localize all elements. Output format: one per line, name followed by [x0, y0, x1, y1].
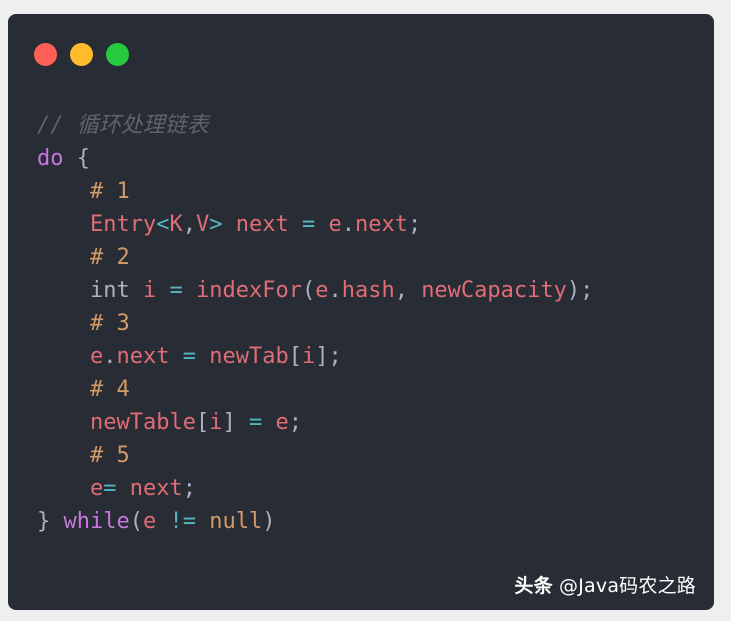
minimize-button[interactable] — [70, 43, 93, 66]
code-line: e= next; — [37, 472, 593, 505]
code-token: i — [209, 410, 223, 435]
code-token: next — [354, 212, 408, 237]
code-token: i — [129, 278, 157, 303]
code-token: while — [63, 509, 130, 534]
code-token: ); — [566, 278, 594, 303]
code-token: # 2 — [37, 245, 130, 270]
code-line: // 循环处理链表 — [37, 109, 593, 142]
code-token: [ — [195, 410, 210, 435]
code-token: . — [341, 212, 355, 237]
code-token: int — [89, 278, 130, 303]
code-line: newTable[i] = e; — [37, 406, 593, 439]
code-token: , — [182, 212, 196, 237]
code-line: Entry<K,V> next = e.next; — [37, 208, 593, 241]
code-token: { — [63, 146, 90, 171]
code-line: # 2 — [37, 241, 593, 274]
code-token: # 3 — [37, 311, 130, 336]
code-token: e — [142, 509, 157, 534]
code-token: ( — [129, 509, 143, 534]
code-line: # 3 — [37, 307, 593, 340]
code-token: = — [288, 212, 329, 237]
code-token: = — [169, 344, 210, 369]
code-token: newCapacity — [421, 278, 567, 303]
code-token: indexFor — [195, 278, 302, 303]
code-token: next — [129, 476, 183, 501]
code-line: do { — [37, 142, 593, 175]
code-token: } — [37, 509, 64, 534]
code-token: # 4 — [37, 377, 130, 402]
code-token: > — [209, 212, 223, 237]
code-token: ] — [222, 410, 236, 435]
code-token: do — [37, 146, 64, 171]
code-line: # 1 — [37, 175, 593, 208]
code-token: K — [169, 212, 183, 237]
code-token: e — [275, 410, 289, 435]
code-token: . — [103, 344, 117, 369]
code-token: e — [89, 476, 104, 501]
code-token: < — [156, 212, 170, 237]
code-token: , — [394, 278, 422, 303]
code-token: = — [156, 278, 196, 303]
code-line: } while(e != null) — [37, 505, 593, 538]
code-token: # 5 — [37, 443, 130, 468]
code-token: newTable — [89, 410, 196, 435]
code-token: hash — [341, 278, 395, 303]
code-token: e — [315, 278, 329, 303]
code-token: e — [328, 212, 342, 237]
code-token: = — [235, 410, 276, 435]
code-window: // 循环处理链表 do { # 1 Entry<K,V> next = e.ne… — [8, 14, 714, 610]
code-token: i — [301, 344, 316, 369]
code-token: ) — [262, 509, 276, 534]
code-line: int i = indexFor(e.hash, newCapacity); — [37, 274, 593, 307]
code-token: ; — [182, 476, 196, 501]
code-token: next — [222, 212, 289, 237]
code-token: ; — [288, 410, 302, 435]
code-token: ]; — [315, 344, 342, 369]
code-token: Entry — [89, 212, 157, 237]
watermark-brand: 头条 — [514, 575, 553, 597]
code-token: next — [116, 344, 170, 369]
code-token: # 1 — [37, 179, 130, 204]
code-token: e — [89, 344, 104, 369]
code-token: . — [328, 278, 342, 303]
window-controls — [34, 43, 129, 66]
code-line: # 5 — [37, 439, 593, 472]
code-block: // 循环处理链表 do { # 1 Entry<K,V> next = e.ne… — [37, 109, 593, 538]
code-token: != — [156, 509, 210, 534]
code-token: newTab — [209, 344, 289, 369]
watermark-handle: @Java码农之路 — [552, 575, 696, 597]
close-button[interactable] — [34, 43, 57, 66]
code-token: V — [195, 212, 210, 237]
code-line: # 4 — [37, 373, 593, 406]
code-token: ; — [407, 212, 422, 237]
code-token: null — [209, 509, 263, 534]
code-token: // 循环处理链表 — [37, 113, 209, 138]
code-token: = — [103, 476, 130, 501]
watermark: 头条 @Java码农之路 — [514, 571, 696, 598]
code-line: e.next = newTab[i]; — [37, 340, 593, 373]
maximize-button[interactable] — [106, 43, 129, 66]
code-token: ( — [301, 278, 316, 303]
code-token: [ — [288, 344, 302, 369]
